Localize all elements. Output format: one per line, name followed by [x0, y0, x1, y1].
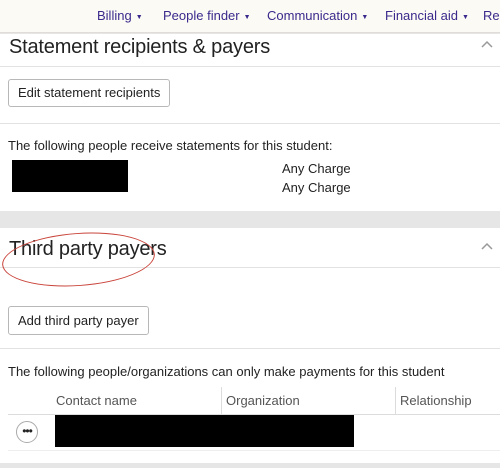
nav-communication-label: Communication [267, 8, 358, 23]
top-nav: Billing ▼ People finder ▼ Communication ▼ F… [0, 0, 500, 33]
nav-communication[interactable]: Communication ▼ [267, 8, 368, 23]
redacted-recipient-name [12, 160, 128, 192]
caret-down-icon: ▼ [361, 14, 369, 21]
statement-actions-row: Edit statement recipients [0, 67, 500, 124]
statement-recipients-panel: Statement recipients & payers Edit state… [0, 34, 500, 211]
third-party-payers-table: Contact name Organization Relationship •… [8, 387, 500, 463]
column-header-contact-name[interactable]: Contact name [52, 387, 221, 415]
column-header-relationship[interactable]: Relationship [395, 387, 500, 415]
third-party-payers-description: The following people/organizations can o… [8, 364, 445, 379]
nav-financial-aid[interactable]: Financial aid ▼ [385, 8, 469, 23]
collapse-chevron-icon[interactable] [480, 240, 494, 254]
caret-down-icon: ▼ [462, 14, 469, 21]
nav-people-finder[interactable]: People finder ▼ [163, 8, 251, 23]
statement-recipients-header: Statement recipients & payers [0, 34, 500, 67]
nav-billing-label: Billing [97, 8, 132, 23]
nav-rep-label: Rep [483, 8, 500, 23]
collapse-chevron-icon[interactable] [480, 38, 494, 52]
nav-people-finder-label: People finder [163, 8, 240, 23]
third-party-payers-title: Third party payers [9, 238, 167, 260]
table-header-row: Contact name Organization Relationship [8, 387, 500, 415]
recipient-charge-2: Any Charge [282, 180, 351, 195]
third-party-actions-row: Add third party payer [0, 268, 500, 349]
recipient-charge-1: Any Charge [282, 161, 351, 176]
add-third-party-payer-button[interactable]: Add third party payer [8, 306, 149, 335]
statement-recipients-title: Statement recipients & payers [9, 36, 270, 58]
caret-down-icon: ▼ [135, 14, 143, 21]
caret-down-icon: ▼ [243, 14, 251, 21]
nav-rep[interactable]: Rep [483, 8, 500, 23]
table-row: ••• [8, 415, 500, 451]
statement-recipients-description: The following people receive statements … [8, 138, 333, 153]
nav-financial-aid-label: Financial aid [385, 8, 458, 23]
edit-statement-recipients-button[interactable]: Edit statement recipients [8, 79, 171, 107]
third-party-payers-header: Third party payers [0, 228, 500, 268]
column-header-organization[interactable]: Organization [221, 387, 395, 415]
redacted-contact-info [55, 415, 354, 447]
nav-billing[interactable]: Billing ▼ [97, 8, 143, 23]
third-party-payers-panel: Third party payers Add third party payer… [0, 228, 500, 463]
row-actions-menu-button[interactable]: ••• [16, 421, 38, 443]
